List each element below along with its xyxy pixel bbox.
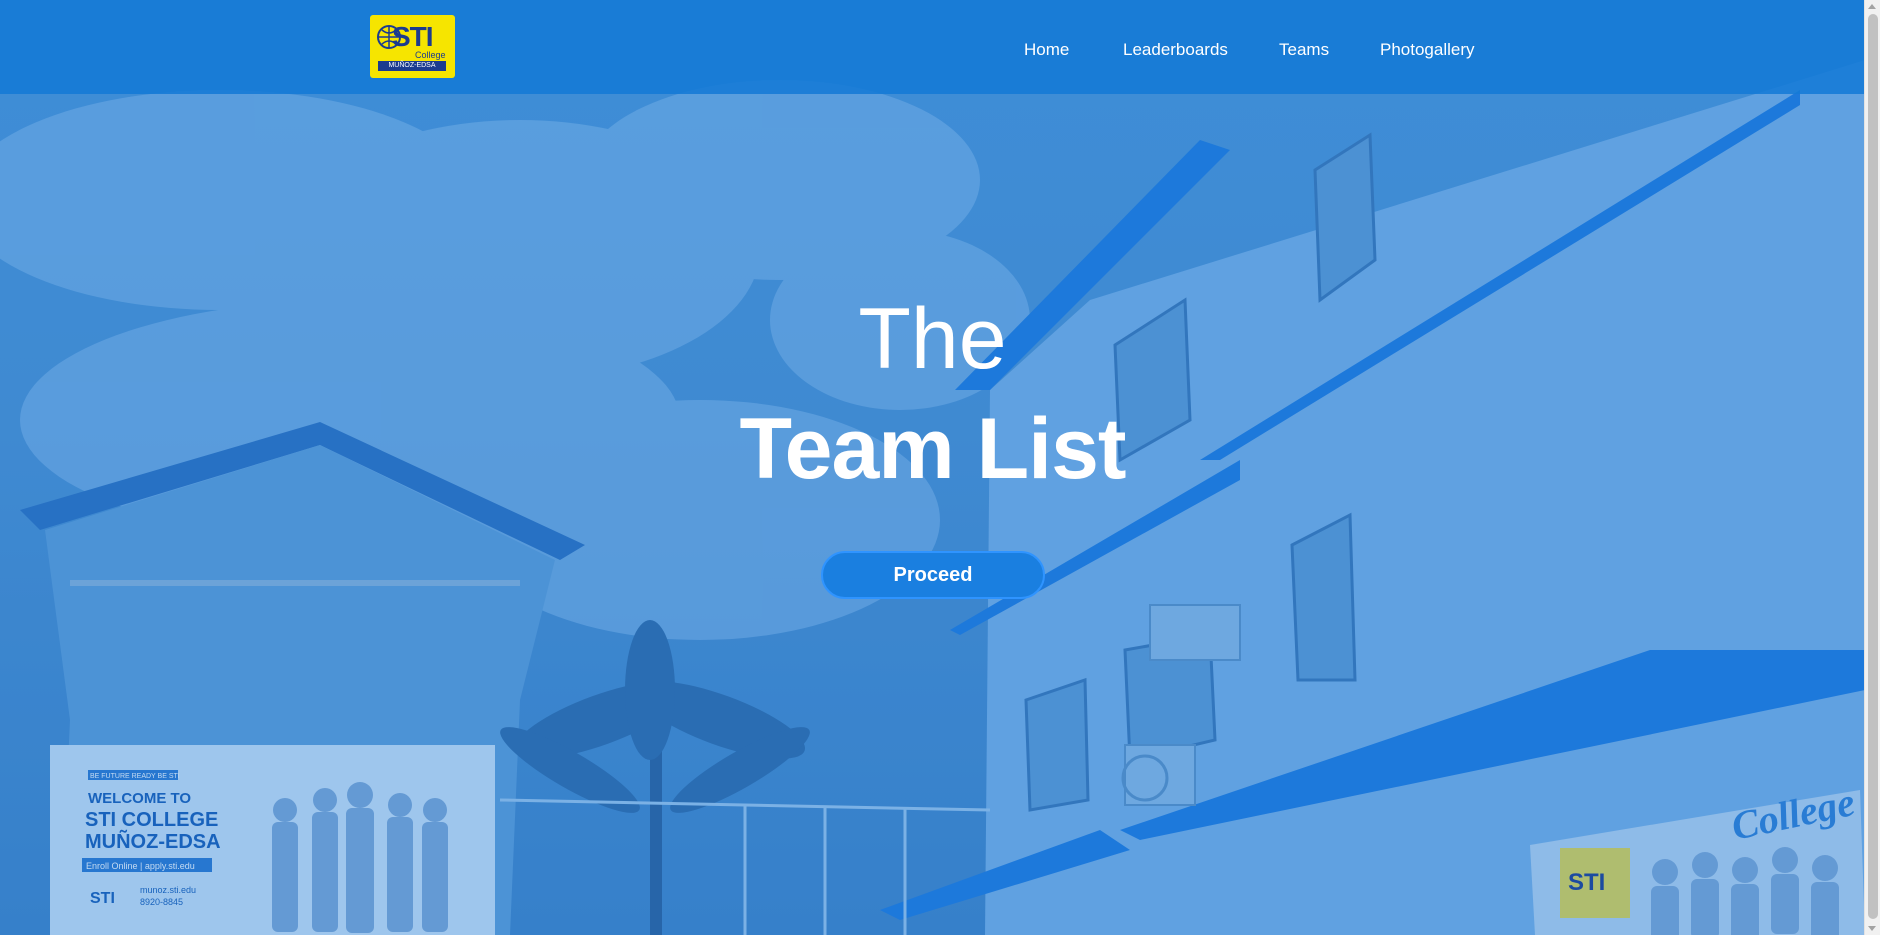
logo-brand: STI — [392, 21, 434, 52]
proceed-button[interactable]: Proceed — [821, 551, 1045, 599]
hero-title-line1: The — [858, 291, 1007, 387]
sti-logo[interactable]: STI College MUÑOZ-EDSA — [370, 15, 455, 78]
vertical-scrollbar[interactable] — [1864, 0, 1880, 935]
logo-campus: MUÑOZ-EDSA — [378, 61, 446, 71]
top-navbar: STI College MUÑOZ-EDSA Home Leaderboards… — [0, 0, 1865, 94]
scroll-thumb[interactable] — [1868, 14, 1878, 919]
scroll-up-arrow-icon[interactable] — [1868, 4, 1876, 9]
nav-home[interactable]: Home — [1024, 40, 1069, 60]
nav-leaderboards[interactable]: Leaderboards — [1123, 40, 1228, 60]
nav-teams[interactable]: Teams — [1279, 40, 1329, 60]
scroll-down-arrow-icon[interactable] — [1868, 926, 1876, 931]
logo-sub: College — [415, 50, 446, 60]
nav-photogallery[interactable]: Photogallery — [1380, 40, 1475, 60]
hero-title-line2: Team List — [739, 401, 1126, 497]
